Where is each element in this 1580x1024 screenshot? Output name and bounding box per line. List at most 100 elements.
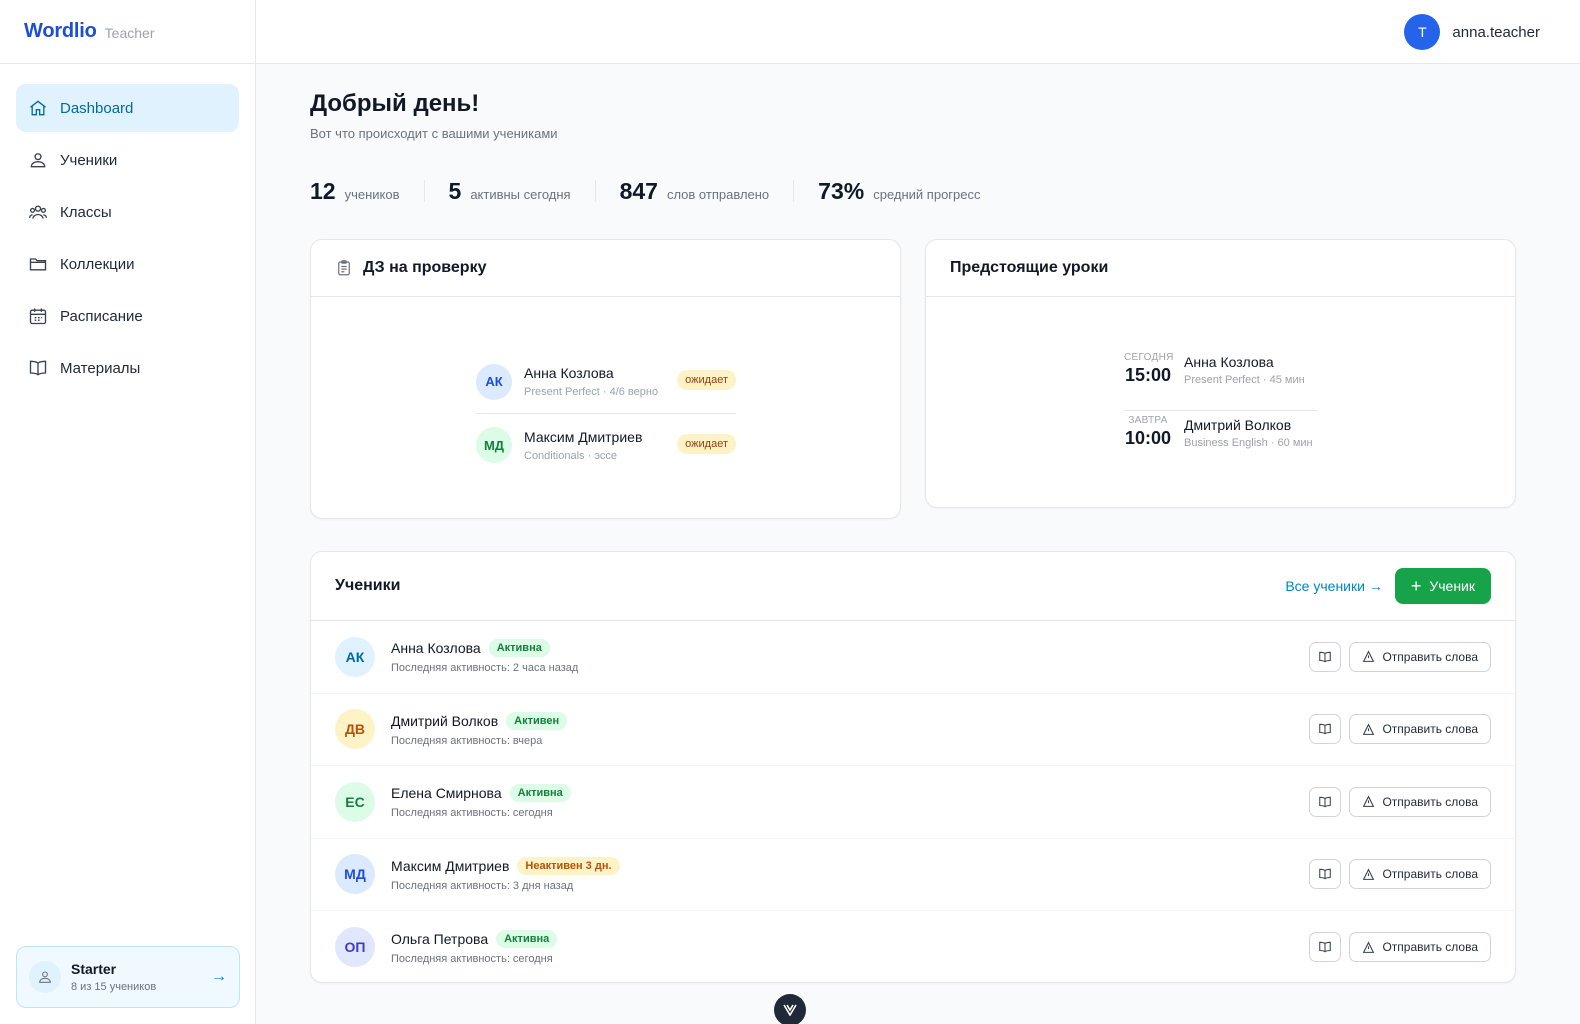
send-words-label: Отправить слова: [1382, 867, 1478, 882]
status-badge: ожидает: [677, 434, 736, 454]
stat-value: 73%: [818, 177, 865, 204]
send-words-button[interactable]: Отправить слова: [1349, 714, 1491, 745]
sidebar-item-students[interactable]: Ученики: [16, 136, 239, 184]
book-icon: [1319, 651, 1332, 663]
send-words-button[interactable]: Отправить слова: [1349, 641, 1491, 672]
student-name[interactable]: Анна Козлова: [391, 640, 481, 656]
last-activity: Последняя активность: сегодня: [391, 952, 553, 965]
students-card: Ученики Все ученики → + Ученик АК Анна К…: [310, 551, 1516, 983]
send-words-label: Отправить слова: [1382, 794, 1478, 809]
stat-label: слов отправлено: [666, 186, 770, 202]
folder-icon: [29, 258, 47, 271]
vue-devtools-icon[interactable]: [774, 994, 806, 1024]
lesson-day: СЕГОДНЯ: [1124, 352, 1174, 363]
homework-meta: Present Perfect · 4/6 верно: [524, 386, 659, 398]
stat-value: 847: [619, 177, 658, 204]
sidebar-item-label: Расписание: [60, 307, 143, 325]
topbar: T anna.teacher: [256, 0, 1580, 64]
student-name[interactable]: Ольга Петрова: [391, 931, 488, 947]
open-book-button[interactable]: [1309, 714, 1342, 745]
arrow-right-icon[interactable]: →: [211, 968, 227, 986]
homework-list: АК Анна Козлова Present Perfect · 4/6 ве…: [476, 350, 736, 476]
stat-value: 12: [310, 177, 336, 204]
stat-students: 12 учеников: [310, 178, 400, 205]
lesson-meta: Business English · 60 мин: [1184, 437, 1313, 449]
plan-title: Starter: [71, 961, 117, 977]
last-activity: Последняя активность: сегодня: [391, 807, 553, 820]
last-activity: Последняя активность: 3 дня назад: [391, 879, 574, 892]
send-words-button[interactable]: Отправить слова: [1349, 859, 1491, 890]
sidebar-item-schedule[interactable]: Расписание: [16, 292, 239, 340]
plan-card[interactable]: Starter 8 из 15 учеников →: [16, 946, 240, 1008]
divider: [423, 180, 425, 202]
send-icon: [1363, 941, 1375, 953]
book-icon: [1319, 724, 1332, 735]
plus-icon: +: [1410, 576, 1422, 596]
status-badge: Активен: [506, 711, 568, 730]
all-students-link[interactable]: Все ученики →: [1285, 578, 1382, 594]
send-icon: [1363, 795, 1375, 808]
list-item[interactable]: СЕГОДНЯ 15:00 Анна Козлова Present Perfe…: [1124, 348, 1318, 410]
add-student-button[interactable]: + Ученик: [1394, 568, 1491, 604]
sidebar-item-label: Коллекции: [60, 255, 135, 273]
lessons-card: Предстоящие уроки СЕГОДНЯ 15:00 Анна Коз…: [925, 239, 1516, 508]
user-icon: [30, 153, 46, 168]
student-name[interactable]: Дмитрий Волков: [391, 713, 498, 729]
list-item[interactable]: АК Анна Козлова Present Perfect · 4/6 ве…: [476, 350, 736, 413]
sidebar-item-materials[interactable]: Материалы: [16, 344, 239, 392]
table-row[interactable]: АК Анна Козлова Активна Последняя активн…: [311, 621, 1515, 694]
user-name: anna.teacher: [1452, 23, 1540, 41]
send-words-button[interactable]: Отправить слова: [1349, 786, 1491, 817]
avatar: ОП: [335, 927, 375, 968]
user-menu[interactable]: T anna.teacher: [1404, 14, 1540, 50]
homework-meta: Conditionals · эссе: [524, 449, 618, 462]
status-badge: Активна: [488, 639, 550, 658]
last-activity: Последняя активность: вчера: [391, 734, 543, 747]
stat-label: активны сегодня: [470, 186, 571, 202]
main-content: Добрый день! Вот что происходит с вашими…: [310, 64, 1528, 983]
page-subtitle: Вот что происходит с вашими учениками: [310, 126, 558, 141]
send-icon: [1363, 650, 1375, 663]
divider: [793, 180, 795, 202]
homework-card: ДЗ на проверку АК Анна Козлова Present P…: [310, 239, 901, 519]
sidebar-item-label: Ученики: [60, 151, 118, 169]
users-icon: [29, 205, 47, 219]
brand-logo[interactable]: Wordlio: [24, 20, 97, 43]
table-row[interactable]: ДВ Дмитрий Волков Активен Последняя акти…: [311, 694, 1515, 766]
card-header: Предстоящие уроки: [926, 240, 1515, 297]
send-words-button[interactable]: Отправить слова: [1349, 932, 1491, 963]
page-title: Добрый день!: [310, 90, 480, 117]
stat-value: 5: [448, 177, 462, 204]
open-book-button[interactable]: [1309, 786, 1342, 817]
card-title: Предстоящие уроки: [950, 259, 1109, 276]
table-row[interactable]: МД Максим Дмитриев Неактивен 3 дн. После…: [311, 839, 1515, 911]
stat-label: средний прогресс: [873, 186, 981, 202]
send-words-label: Отправить слова: [1382, 940, 1478, 955]
add-student-label: Ученик: [1429, 578, 1475, 594]
avatar: АК: [476, 363, 512, 400]
sidebar-item-label: Классы: [60, 203, 112, 221]
stat-avg-progress: 73% средний прогресс: [818, 178, 980, 205]
last-activity: Последняя активность: 2 часа назад: [391, 662, 579, 675]
sidebar-item-collections[interactable]: Коллекции: [16, 240, 239, 288]
student-name[interactable]: Елена Смирнова: [391, 785, 502, 801]
list-item[interactable]: МД Максим Дмитриев Conditionals · эссе о…: [476, 413, 736, 476]
table-row[interactable]: ЕС Елена Смирнова Активна Последняя акти…: [311, 766, 1515, 839]
brand[interactable]: Wordlio Teacher: [0, 0, 255, 64]
open-book-button[interactable]: [1309, 641, 1342, 672]
card-title: Ученики: [335, 577, 401, 594]
sidebar-item-classes[interactable]: Классы: [16, 188, 239, 236]
avatar[interactable]: T: [1404, 14, 1441, 50]
avatar: МД: [335, 854, 375, 895]
card-header: Ученики Все ученики → + Ученик: [311, 552, 1515, 621]
sidebar-nav: Dashboard Ученики Классы Коллекции Распи…: [0, 64, 255, 392]
book-icon: [1319, 869, 1332, 880]
list-item[interactable]: ЗАВТРА 10:00 Дмитрий Волков Business Eng…: [1124, 410, 1318, 472]
student-name[interactable]: Максим Дмитриев: [391, 858, 509, 874]
open-book-button[interactable]: [1309, 859, 1342, 890]
send-words-label: Отправить слова: [1382, 649, 1478, 664]
open-book-button[interactable]: [1309, 932, 1342, 963]
table-row[interactable]: ОП Ольга Петрова Активна Последняя актив…: [311, 911, 1515, 984]
sidebar-item-dashboard[interactable]: Dashboard: [16, 84, 239, 132]
send-icon: [1363, 723, 1375, 735]
